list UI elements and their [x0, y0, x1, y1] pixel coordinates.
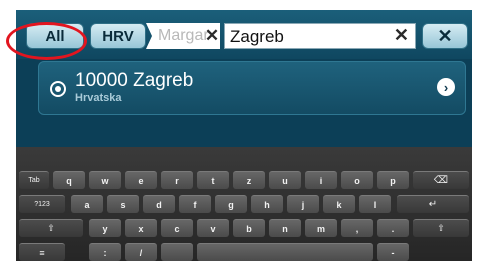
- chevron-right-icon[interactable]: ›: [437, 78, 455, 96]
- key-blank[interactable]: [161, 243, 193, 261]
- key-t[interactable]: t: [197, 171, 229, 189]
- key-r[interactable]: r: [161, 171, 193, 189]
- key-j[interactable]: j: [287, 195, 319, 213]
- key-menu[interactable]: ≡: [19, 243, 65, 261]
- key-x[interactable]: x: [125, 219, 157, 237]
- key-w[interactable]: w: [89, 171, 121, 189]
- key-enter[interactable]: ↵: [397, 195, 469, 213]
- key-v[interactable]: v: [197, 219, 229, 237]
- result-subtitle: Hrvatska: [75, 92, 122, 104]
- key-s[interactable]: s: [107, 195, 139, 213]
- key-g[interactable]: g: [215, 195, 247, 213]
- key-y[interactable]: y: [89, 219, 121, 237]
- app-screen: All HRV Margar ✕ Zagreb ✕ ✕ 10000 Zagreb…: [16, 10, 472, 261]
- all-button[interactable]: All: [26, 23, 84, 49]
- clear-crumb-icon[interactable]: ✕: [204, 23, 220, 49]
- close-button[interactable]: ✕: [422, 23, 468, 49]
- key-o[interactable]: o: [341, 171, 373, 189]
- key-slash[interactable]: /: [125, 243, 157, 261]
- key-h[interactable]: h: [251, 195, 283, 213]
- key-f[interactable]: f: [179, 195, 211, 213]
- key-d[interactable]: d: [143, 195, 175, 213]
- key-n[interactable]: n: [269, 219, 301, 237]
- key-comma[interactable]: ,: [341, 219, 373, 237]
- key-e[interactable]: e: [125, 171, 157, 189]
- key-shift-left[interactable]: ⇧: [19, 219, 83, 237]
- search-input-value: Zagreb: [230, 27, 284, 46]
- key-a[interactable]: a: [71, 195, 103, 213]
- key-q[interactable]: q: [53, 171, 85, 189]
- key-space[interactable]: [197, 243, 373, 261]
- country-button[interactable]: HRV: [90, 23, 146, 49]
- search-input[interactable]: Zagreb ✕: [224, 23, 416, 49]
- result-list-item[interactable]: 10000 Zagreb Hrvatska ›: [38, 61, 466, 115]
- key-tab[interactable]: Tab: [19, 171, 49, 189]
- key-b[interactable]: b: [233, 219, 265, 237]
- key-k[interactable]: k: [323, 195, 355, 213]
- key-hyphen[interactable]: -: [377, 243, 409, 261]
- result-title: 10000 Zagreb: [75, 70, 194, 91]
- key-u[interactable]: u: [269, 171, 301, 189]
- on-screen-keyboard: Tab q w e r t z u i o p ⌫ ?123 a s d f g…: [16, 147, 472, 261]
- key-c[interactable]: c: [161, 219, 193, 237]
- search-toolbar: All HRV Margar ✕ Zagreb ✕ ✕: [16, 10, 472, 59]
- key-m[interactable]: m: [305, 219, 337, 237]
- key-period[interactable]: .: [377, 219, 409, 237]
- key-l[interactable]: l: [359, 195, 391, 213]
- key-colon[interactable]: :: [89, 243, 121, 261]
- street-crumb-text: Margar: [158, 27, 209, 44]
- radio-selected-icon: [50, 81, 66, 97]
- key-shift-right[interactable]: ⇧: [413, 219, 469, 237]
- key-symbols[interactable]: ?123: [19, 195, 65, 213]
- key-z[interactable]: z: [233, 171, 265, 189]
- key-p[interactable]: p: [377, 171, 409, 189]
- key-i[interactable]: i: [305, 171, 337, 189]
- clear-search-icon[interactable]: ✕: [394, 25, 409, 46]
- key-backspace[interactable]: ⌫: [413, 171, 469, 189]
